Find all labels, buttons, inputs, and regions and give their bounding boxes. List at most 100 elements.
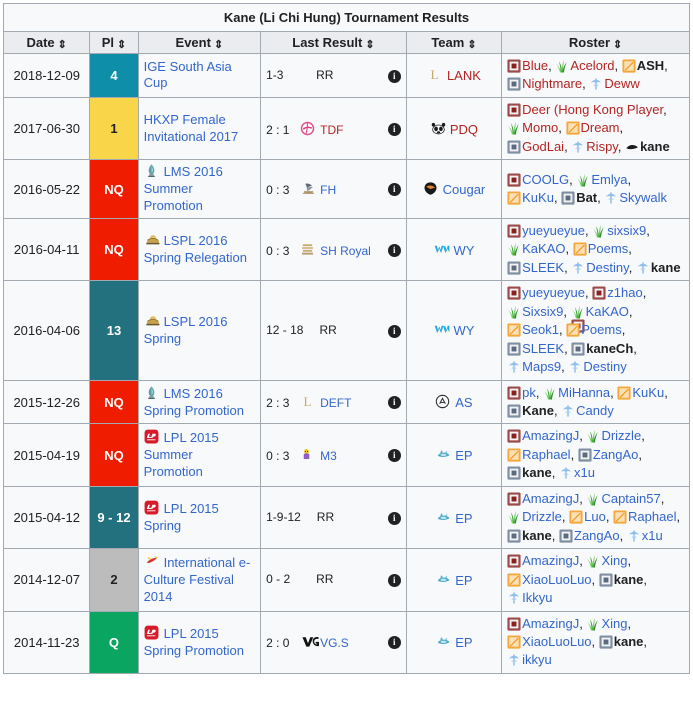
opponent-name[interactable]: TDF	[320, 123, 343, 137]
roster-player[interactable]: Sixsix9	[522, 304, 563, 319]
roster-player[interactable]: Momo	[522, 120, 558, 135]
roster-player[interactable]: AmazingJ	[522, 491, 579, 506]
roster-player[interactable]: AmazingJ	[522, 553, 579, 568]
roster-player[interactable]: Blue	[522, 58, 548, 73]
roster-player[interactable]: KaKAO	[586, 304, 629, 319]
info-icon[interactable]: i	[387, 574, 401, 588]
column-header-date[interactable]: Date ⇕	[2, 31, 91, 54]
column-header-last-result[interactable]: Last Result ⇕	[260, 31, 407, 54]
roster-player[interactable]: Dream	[581, 120, 620, 135]
roster-player[interactable]: ZangAo	[574, 528, 620, 543]
sort-icon[interactable]: ⇕	[117, 40, 126, 51]
column-header-place[interactable]: Pl ⇕	[89, 31, 139, 54]
team-name[interactable]: WY	[453, 323, 474, 338]
roster-player[interactable]: kane	[614, 572, 644, 587]
roster-player[interactable]: Emlya	[591, 172, 627, 187]
roster-player[interactable]: Deww	[604, 76, 639, 91]
roster-player[interactable]: Candy	[576, 403, 614, 418]
roster-player[interactable]: kaneCh	[586, 341, 633, 356]
roster-player[interactable]: Raphael	[628, 509, 676, 524]
info-icon[interactable]: i	[387, 396, 401, 410]
roster-player[interactable]: x1u	[642, 528, 663, 543]
roster-player[interactable]: yueyueyue	[522, 223, 585, 238]
sort-icon[interactable]: ⇕	[467, 40, 476, 51]
roster-player[interactable]: SLEEK	[522, 341, 564, 356]
roster-player[interactable]: Ikkyu	[522, 590, 552, 605]
roster-player[interactable]: Deer (Hong Kong Player	[522, 102, 663, 117]
roster-player[interactable]: Seok1	[522, 322, 559, 337]
roster-player[interactable]: Poems	[581, 322, 621, 337]
opponent-name[interactable]: DEFT	[320, 396, 351, 410]
roster-player[interactable]: Kane	[522, 403, 554, 418]
roster-player[interactable]: x1u	[574, 465, 595, 480]
column-header-event[interactable]: Event ⇕	[137, 31, 262, 54]
roster-player[interactable]: kane	[640, 139, 670, 154]
info-icon[interactable]: i	[387, 324, 401, 338]
roster-player[interactable]: KaKAO	[522, 241, 565, 256]
sort-icon[interactable]: ⇕	[365, 40, 374, 51]
roster-player[interactable]: ZangAo	[593, 447, 639, 462]
team-name[interactable]: LANK	[447, 68, 481, 83]
roster-player[interactable]: Destiny	[586, 260, 628, 275]
roster-player[interactable]: MiHanna	[558, 385, 610, 400]
team-name[interactable]: EP	[455, 635, 472, 650]
info-icon[interactable]: i	[387, 122, 401, 136]
info-icon[interactable]: i	[387, 512, 401, 525]
event-link[interactable]: HKXP Female Invitational 2017	[144, 112, 239, 144]
sort-icon[interactable]: ⇕	[214, 40, 223, 51]
roster-player[interactable]: Raphael	[522, 447, 570, 462]
roster-player[interactable]: KuKu	[522, 190, 554, 205]
opponent-name[interactable]: M3	[320, 449, 337, 463]
info-icon[interactable]: i	[387, 449, 401, 463]
roster-player[interactable]: Nightmare	[522, 76, 582, 91]
team-name[interactable]: AS	[455, 395, 472, 410]
roster-player[interactable]: Acelord	[570, 58, 614, 73]
roster-player[interactable]: Skywalk	[619, 190, 667, 205]
roster-player[interactable]: Xing	[601, 616, 627, 631]
roster-player[interactable]: kane	[522, 528, 552, 543]
roster-player[interactable]: Bat	[576, 190, 597, 205]
roster-player[interactable]: Drizzle	[601, 428, 641, 443]
roster-player[interactable]: Drizzle	[522, 509, 562, 524]
roster-player[interactable]: yueyueyue	[522, 285, 585, 300]
roster-player[interactable]: GodLai	[522, 139, 564, 154]
roster-player[interactable]: Luo	[584, 509, 606, 524]
info-icon[interactable]: i	[387, 183, 401, 197]
column-header-roster[interactable]: Roster ⇕	[501, 31, 690, 54]
opponent-name[interactable]: VG.S	[320, 636, 349, 650]
roster-player[interactable]: Xing	[601, 553, 627, 568]
sort-icon[interactable]: ⇕	[613, 40, 622, 51]
roster-player[interactable]: z1hao	[607, 285, 642, 300]
team-name[interactable]: Cougar	[443, 182, 486, 197]
roster-player[interactable]: Maps9	[522, 359, 561, 374]
roster-player[interactable]: sixsix9	[607, 223, 646, 238]
roster-player[interactable]: XiaoLuoLuo	[522, 572, 591, 587]
roster-player[interactable]: Destiny	[583, 359, 626, 374]
roster-player[interactable]: AmazingJ	[522, 616, 579, 631]
info-icon[interactable]: i	[387, 69, 401, 83]
roster-player[interactable]: SLEEK	[522, 260, 564, 275]
opponent-name[interactable]: FH	[320, 183, 336, 197]
roster-player[interactable]: Captain57	[601, 491, 660, 506]
roster-player[interactable]: KuKu	[632, 385, 664, 400]
team-name[interactable]: EP	[455, 511, 472, 526]
roster-player[interactable]: kane	[614, 634, 644, 649]
info-icon[interactable]: i	[387, 243, 401, 257]
roster-player[interactable]: Poems	[588, 241, 628, 256]
event-link[interactable]: IGE South Asia Cup	[144, 59, 232, 91]
roster-player[interactable]: Rispy	[586, 139, 618, 154]
opponent-name[interactable]: SH Royal	[320, 244, 371, 258]
roster-player[interactable]: ikkyu	[522, 652, 552, 667]
roster-player[interactable]: COOLG	[522, 172, 569, 187]
roster-player[interactable]: kane	[522, 465, 552, 480]
team-name[interactable]: PDQ	[450, 122, 478, 137]
team-name[interactable]: EP	[455, 573, 472, 588]
team-name[interactable]: EP	[455, 448, 472, 463]
sort-icon[interactable]: ⇕	[58, 40, 67, 51]
info-icon[interactable]: i	[387, 636, 401, 650]
roster-player[interactable]: pk	[522, 385, 536, 400]
roster-player[interactable]: XiaoLuoLuo	[522, 634, 591, 649]
column-header-team[interactable]: Team ⇕	[405, 31, 503, 54]
team-name[interactable]: WY	[453, 243, 474, 258]
roster-player[interactable]: AmazingJ	[522, 428, 579, 443]
